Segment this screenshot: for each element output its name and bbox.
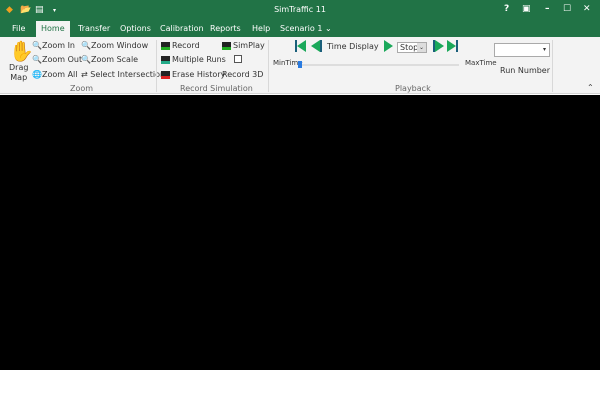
zoom-out-icon: 🔍 xyxy=(32,55,42,64)
time-display-label: Time Display xyxy=(327,41,379,51)
tab-transfer[interactable]: Transfer xyxy=(78,24,110,33)
select-intersection-button[interactable]: ⇄ Select Intersection xyxy=(81,70,165,79)
step-back-button[interactable] xyxy=(311,40,322,52)
simplay-icon xyxy=(222,41,231,50)
record-3d-checkbox[interactable] xyxy=(234,55,242,63)
multiple-runs-button[interactable]: Multiple Runs xyxy=(161,55,226,64)
run-number-select[interactable]: ▾ xyxy=(494,43,550,57)
divider xyxy=(268,40,269,92)
zoom-out-label: Zoom Out xyxy=(41,55,83,64)
tab-help[interactable]: Help xyxy=(252,24,270,33)
divider xyxy=(156,40,157,92)
ribbon-display-button[interactable]: ▣ xyxy=(522,4,531,14)
tab-file[interactable]: File xyxy=(12,24,25,33)
zoom-window-icon: 🔍 xyxy=(81,41,91,50)
drag-label: Drag xyxy=(9,63,29,72)
zoom-scale-label: Zoom Scale xyxy=(90,55,139,64)
zoom-in-button[interactable]: 🔍Zoom In xyxy=(32,41,75,50)
max-time-label: MaxTime xyxy=(465,59,497,67)
erase-history-label: Erase History xyxy=(172,70,226,79)
window-title: SimTraffic 11 xyxy=(274,5,326,14)
record-label: Record xyxy=(172,41,200,50)
multiple-runs-label: Multiple Runs xyxy=(172,55,226,64)
divider xyxy=(552,40,553,92)
select-intersection-label: Select Intersection xyxy=(90,70,166,79)
zoom-window-button[interactable]: 🔍Zoom Window xyxy=(81,41,148,50)
playback-group-label: Playback xyxy=(395,84,431,93)
map-label: Map xyxy=(10,73,28,82)
time-slider-thumb[interactable] xyxy=(298,61,302,68)
erase-icon xyxy=(161,70,170,79)
scenario-dropdown[interactable]: Scenario 1 ⌄ xyxy=(280,24,332,33)
close-button[interactable]: ✕ xyxy=(583,4,591,14)
drag-map-button[interactable]: Drag Map xyxy=(9,63,28,83)
globe-icon: 🌐 xyxy=(32,70,42,79)
forward-controls xyxy=(433,40,458,52)
multiple-runs-icon xyxy=(161,55,170,64)
maximize-button[interactable]: ☐ xyxy=(563,4,571,14)
minimize-button[interactable]: – xyxy=(545,4,550,14)
playback-controls: Time Display xyxy=(295,40,393,52)
speed-select[interactable]: Stop ⌄ xyxy=(397,42,427,53)
record-3d-label: Record 3D xyxy=(222,70,264,79)
chevron-down-icon: ⌄ xyxy=(417,43,426,52)
zoom-scale-icon: 🔍 xyxy=(81,55,91,64)
collapse-ribbon-icon[interactable]: ⌃ xyxy=(587,83,594,92)
ribbon: ✋ Drag Map 🔍Zoom In 🔍Zoom Out 🌐Zoom All 🔍… xyxy=(0,37,600,94)
record-button[interactable]: Record xyxy=(161,41,200,50)
simplay-label: SimPlay xyxy=(233,41,265,50)
zoom-in-icon: 🔍 xyxy=(32,41,42,50)
play-button[interactable] xyxy=(383,40,393,52)
tab-options[interactable]: Options xyxy=(120,24,151,33)
first-frame-button[interactable] xyxy=(295,40,306,52)
speed-value: Stop xyxy=(400,43,419,52)
intersection-icon: ⇄ xyxy=(81,70,88,79)
zoom-out-button[interactable]: 🔍Zoom Out xyxy=(32,55,82,64)
dropdown-arrow-icon: ▾ xyxy=(542,46,546,53)
zoom-all-label: Zoom All xyxy=(41,70,78,79)
time-slider-track[interactable] xyxy=(299,64,459,66)
zoom-group-label: Zoom xyxy=(70,84,94,93)
zoom-scale-button[interactable]: 🔍Zoom Scale xyxy=(81,55,138,64)
zoom-window-label: Zoom Window xyxy=(90,41,149,50)
zoom-in-label: Zoom In xyxy=(41,41,76,50)
tab-home[interactable]: Home xyxy=(36,21,70,37)
scenario-label: Scenario 1 xyxy=(280,24,323,33)
drag-hand-icon[interactable]: ✋ xyxy=(9,39,34,63)
last-frame-button[interactable] xyxy=(447,40,458,52)
map-canvas[interactable] xyxy=(0,95,600,370)
tab-calibration[interactable]: Calibration xyxy=(160,24,204,33)
step-forward-button[interactable] xyxy=(433,40,444,52)
record-icon xyxy=(161,41,170,50)
help-button[interactable]: ? xyxy=(504,4,509,14)
ribbon-tabs: File Home Transfer Options Calibration R… xyxy=(0,21,600,37)
record-group-label: Record Simulation xyxy=(180,84,253,93)
tab-reports[interactable]: Reports xyxy=(210,24,241,33)
title-bar: ◆ 📂 ▤ ▾ SimTraffic 11 ? ▣ – ☐ ✕ xyxy=(0,0,600,21)
run-number-label: Run Number xyxy=(500,66,551,75)
zoom-all-button[interactable]: 🌐Zoom All xyxy=(32,70,78,79)
erase-history-button[interactable]: Erase History xyxy=(161,70,225,79)
simplay-button[interactable]: SimPlay xyxy=(222,41,265,50)
